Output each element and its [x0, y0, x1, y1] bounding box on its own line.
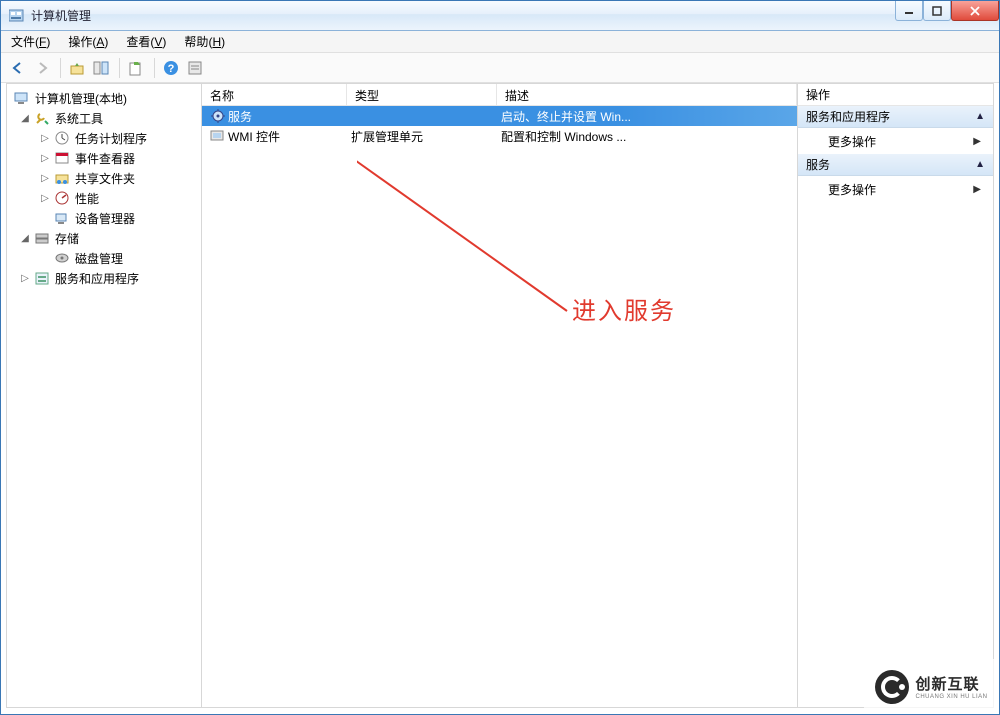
action-more-1[interactable]: 更多操作 ▶ [798, 128, 993, 154]
maximize-button[interactable] [923, 1, 951, 21]
watermark: 创新互联 CHUANG XIN HU LIAN [864, 659, 999, 714]
action-more-2[interactable]: 更多操作 ▶ [798, 176, 993, 202]
menubar: 文件(F) 操作(A) 查看(V) 帮助(H) [1, 31, 999, 53]
menu-view[interactable]: 查看(V) [126, 33, 166, 50]
tree-disk-management[interactable]: ▷ 磁盘管理 [7, 248, 201, 268]
tree-task-scheduler[interactable]: ▷ 任务计划程序 [7, 128, 201, 148]
help-button[interactable]: ? [160, 57, 182, 79]
forward-button[interactable] [31, 57, 53, 79]
properties-button[interactable] [184, 57, 206, 79]
action-group-services[interactable]: 服务 ▲ [798, 154, 993, 176]
export-button[interactable] [125, 57, 147, 79]
actions-pane: 操作 服务和应用程序 ▲ 更多操作 ▶ 服务 ▲ 更多操作 ▶ [798, 84, 993, 707]
event-icon [54, 150, 70, 166]
list-header[interactable]: 名称 类型 描述 [202, 84, 797, 106]
app-window: 计算机管理 文件(F) 操作(A) 查看(V) 帮助(H) ? [0, 0, 1000, 715]
minimize-button[interactable] [895, 1, 923, 21]
menu-action[interactable]: 操作(A) [68, 33, 108, 50]
up-button[interactable] [66, 57, 88, 79]
cell-desc: 启动、终止并设置 Win... [501, 108, 631, 125]
expand-icon[interactable]: ▷ [39, 153, 51, 164]
action-group-services-apps[interactable]: 服务和应用程序 ▲ [798, 106, 993, 128]
clock-icon [54, 130, 70, 146]
cell-name: 服务 [228, 108, 252, 125]
tree-services-apps[interactable]: ▷ 服务和应用程序 [7, 268, 201, 288]
close-button[interactable] [951, 1, 999, 21]
tree-event-viewer[interactable]: ▷ 事件查看器 [7, 148, 201, 168]
window-buttons [895, 1, 999, 30]
col-type[interactable]: 类型 [347, 84, 497, 105]
wmi-icon [210, 128, 226, 144]
svg-text:?: ? [168, 63, 175, 75]
storage-icon [34, 230, 50, 246]
cell-type: 扩展管理单元 [351, 128, 423, 145]
folder-share-icon [54, 170, 70, 186]
tree-pane[interactable]: 计算机管理(本地) ◢ 系统工具 ▷ 任务计划程序 ▷ 事件查看器 ▷ 共享文件… [7, 84, 202, 707]
content-area: 计算机管理(本地) ◢ 系统工具 ▷ 任务计划程序 ▷ 事件查看器 ▷ 共享文件… [6, 83, 994, 708]
collapse-icon[interactable]: ◢ [19, 113, 31, 124]
submenu-icon: ▶ [973, 136, 981, 147]
titlebar[interactable]: 计算机管理 [1, 1, 999, 31]
row-services[interactable]: 服务 启动、终止并设置 Win... [202, 106, 797, 126]
expand-icon[interactable]: ▷ [39, 193, 51, 204]
menu-file[interactable]: 文件(F) [11, 33, 50, 50]
tree-root[interactable]: 计算机管理(本地) [7, 88, 201, 108]
tree-storage[interactable]: ◢ 存储 [7, 228, 201, 248]
annotation-arrow [357, 136, 657, 336]
tools-icon [34, 110, 50, 126]
gear-icon [210, 108, 226, 124]
list-body[interactable]: 服务 启动、终止并设置 Win... WMI 控件 扩展管理单元 配置和控制 W… [202, 106, 797, 707]
watermark-logo [875, 670, 909, 704]
services-icon [34, 270, 50, 286]
collapse-icon[interactable]: ◢ [19, 233, 31, 244]
computer-icon [14, 90, 30, 106]
annotation-text: 进入服务 [572, 291, 676, 326]
performance-icon [54, 190, 70, 206]
expand-icon[interactable]: ▷ [39, 133, 51, 144]
col-name[interactable]: 名称 [202, 84, 347, 105]
tree-system-tools[interactable]: ◢ 系统工具 [7, 108, 201, 128]
actions-title: 操作 [798, 84, 993, 106]
window-title: 计算机管理 [31, 7, 895, 24]
tree-device-manager[interactable]: ▷ 设备管理器 [7, 208, 201, 228]
col-desc[interactable]: 描述 [497, 84, 797, 105]
list-pane: 名称 类型 描述 服务 启动、终止并设置 Win... WMI 控件 [202, 84, 798, 707]
cell-desc: 配置和控制 Windows ... [501, 128, 626, 145]
expand-icon[interactable]: ▷ [39, 173, 51, 184]
menu-help[interactable]: 帮助(H) [184, 33, 225, 50]
device-icon [54, 210, 70, 226]
disk-icon [54, 250, 70, 266]
expand-icon[interactable]: ▷ [19, 273, 31, 284]
submenu-icon: ▶ [973, 184, 981, 195]
cell-name: WMI 控件 [228, 128, 280, 145]
toolbar: ? [1, 53, 999, 83]
back-button[interactable] [7, 57, 29, 79]
tree-shared-folders[interactable]: ▷ 共享文件夹 [7, 168, 201, 188]
app-icon [9, 8, 25, 24]
collapse-icon: ▲ [975, 159, 985, 170]
collapse-icon: ▲ [975, 111, 985, 122]
show-hide-button[interactable] [90, 57, 112, 79]
tree-performance[interactable]: ▷ 性能 [7, 188, 201, 208]
row-wmi[interactable]: WMI 控件 扩展管理单元 配置和控制 Windows ... [202, 126, 797, 146]
